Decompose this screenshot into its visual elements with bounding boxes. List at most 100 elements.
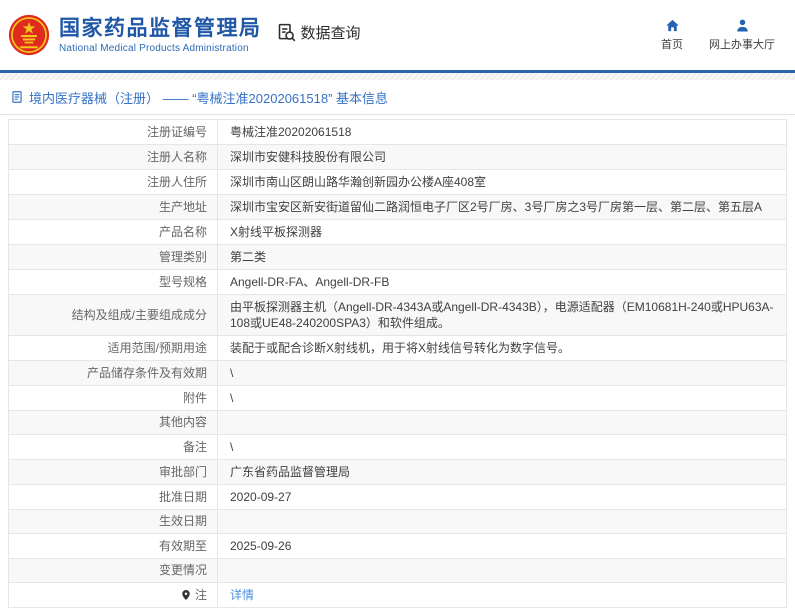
- row-label: 审批部门: [9, 460, 218, 484]
- row-value-text: \: [230, 439, 233, 455]
- home-icon: [665, 18, 680, 33]
- page-title: 境内医疗器械（注册） —— “粤械注准20202061518” 基本信息: [29, 88, 388, 107]
- row-label: 型号规格: [9, 270, 218, 294]
- table-row: 结构及组成/主要组成成分 由平板探测器主机（Angell-DR-4343A或An…: [9, 295, 786, 336]
- row-value: \: [218, 361, 786, 385]
- row-value-text: 由平板探测器主机（Angell-DR-4343A或Angell-DR-4343B…: [230, 299, 774, 331]
- row-label: 产品名称: [9, 220, 218, 244]
- table-row: 产品储存条件及有效期 \: [9, 361, 786, 386]
- row-label-text: 型号规格: [159, 275, 207, 290]
- row-label: 注册证编号: [9, 120, 218, 144]
- national-emblem-logo: [8, 14, 50, 56]
- top-right-nav: 首页 网上办事大厅: [661, 18, 779, 52]
- row-value-text: Angell-DR-FA、Angell-DR-FB: [230, 274, 389, 290]
- row-label-text: 审批部门: [159, 465, 207, 480]
- breadcrumb-divider: [0, 114, 795, 115]
- row-value: X射线平板探测器: [218, 220, 786, 244]
- row-value-text: 深圳市宝安区新安街道留仙二路润恒电子厂区2号厂房、3号厂房之3号厂房第一层、第二…: [230, 199, 762, 215]
- brand-title: 国家药品监督管理局: [59, 17, 262, 41]
- table-row: 注册证编号 粤械注准20202061518: [9, 120, 786, 145]
- row-value: \: [218, 435, 786, 459]
- row-label-text: 管理类别: [159, 250, 207, 265]
- row-label-text: 变更情况: [159, 563, 207, 578]
- row-value: [218, 411, 786, 434]
- row-label-text: 产品名称: [159, 225, 207, 240]
- row-value: 装配于或配合诊断X射线机，用于将X射线信号转化为数字信号。: [218, 336, 786, 360]
- table-row: 有效期至 2025-09-26: [9, 534, 786, 559]
- table-row: 管理类别 第二类: [9, 245, 786, 270]
- row-label-text: 附件: [183, 391, 207, 406]
- brand-subtitle: National Medical Products Administration: [59, 43, 262, 54]
- row-label: 生产地址: [9, 195, 218, 219]
- nav-service-hall[interactable]: 网上办事大厅: [709, 18, 775, 52]
- table-row: 变更情况: [9, 559, 786, 583]
- table-row: 注册人名称 深圳市安健科技股份有限公司: [9, 145, 786, 170]
- row-label: 其他内容: [9, 411, 218, 434]
- table-row: 型号规格 Angell-DR-FA、Angell-DR-FB: [9, 270, 786, 295]
- row-label: 产品储存条件及有效期: [9, 361, 218, 385]
- row-label: 附件: [9, 386, 218, 410]
- row-value: 深圳市南山区朗山路华瀚创新园办公楼A座408室: [218, 170, 786, 194]
- row-label-text: 生产地址: [159, 200, 207, 215]
- row-value-text: \: [230, 365, 233, 381]
- row-value: 2020-09-27: [218, 485, 786, 509]
- row-label: 结构及组成/主要组成成分: [9, 295, 218, 335]
- row-label-text: 注册证编号: [147, 125, 207, 140]
- table-row: 其他内容: [9, 411, 786, 435]
- row-value: 由平板探测器主机（Angell-DR-4343A或Angell-DR-4343B…: [218, 295, 786, 335]
- row-label-text: 备注: [183, 440, 207, 455]
- row-label: 备注: [9, 435, 218, 459]
- row-label: 注册人名称: [9, 145, 218, 169]
- row-label: 生效日期: [9, 510, 218, 533]
- row-label: 适用范围/预期用途: [9, 336, 218, 360]
- row-label-text: 其他内容: [159, 415, 207, 430]
- row-label-text: 生效日期: [159, 514, 207, 529]
- row-label-text: 产品储存条件及有效期: [87, 366, 207, 381]
- row-label-text: 适用范围/预期用途: [108, 341, 207, 356]
- row-value-text: 2020-09-27: [230, 489, 291, 505]
- table-row: 适用范围/预期用途 装配于或配合诊断X射线机，用于将X射线信号转化为数字信号。: [9, 336, 786, 361]
- row-value: [218, 559, 786, 582]
- row-value-text: \: [230, 390, 233, 406]
- table-row: 批准日期 2020-09-27: [9, 485, 786, 510]
- row-label: 批准日期: [9, 485, 218, 509]
- breadcrumb: 境内医疗器械（注册） —— “粤械注准20202061518” 基本信息: [0, 80, 795, 114]
- nav-home-label: 首页: [661, 36, 683, 52]
- row-value-text: 深圳市南山区朗山路华瀚创新园办公楼A座408室: [230, 174, 486, 190]
- table-row: 附件 \: [9, 386, 786, 411]
- row-value: [218, 510, 786, 533]
- table-row: 生产地址 深圳市宝安区新安街道留仙二路润恒电子厂区2号厂房、3号厂房之3号厂房第…: [9, 195, 786, 220]
- site-header: 国家药品监督管理局 National Medical Products Admi…: [0, 0, 795, 70]
- row-value: 深圳市安健科技股份有限公司: [218, 145, 786, 169]
- data-query-label: 数据查询: [301, 22, 361, 43]
- detail-link[interactable]: 详情: [230, 587, 254, 603]
- row-label-text: 结构及组成/主要组成成分: [72, 308, 207, 323]
- row-value: 广东省药品监督管理局: [218, 460, 786, 484]
- row-value: Angell-DR-FA、Angell-DR-FB: [218, 270, 786, 294]
- data-query-nav[interactable]: 数据查询: [276, 22, 361, 43]
- row-label-text: 注册人住所: [147, 175, 207, 190]
- row-label: 管理类别: [9, 245, 218, 269]
- row-value-text: 装配于或配合诊断X射线机，用于将X射线信号转化为数字信号。: [230, 340, 570, 356]
- info-table: 注册证编号 粤械注准20202061518 注册人名称 深圳市安健科技股份有限公…: [8, 119, 787, 608]
- row-value: 粤械注准20202061518: [218, 120, 786, 144]
- row-value: 深圳市宝安区新安街道留仙二路润恒电子厂区2号厂房、3号厂房之3号厂房第一层、第二…: [218, 195, 786, 219]
- brand-block: 国家药品监督管理局 National Medical Products Admi…: [59, 17, 262, 54]
- row-value: 详情: [218, 583, 786, 607]
- table-row: 备注 \: [9, 435, 786, 460]
- row-value: 第二类: [218, 245, 786, 269]
- row-label-text: 批准日期: [159, 490, 207, 505]
- row-label: 有效期至: [9, 534, 218, 558]
- row-label: 注: [9, 583, 218, 607]
- table-row: 注册人住所 深圳市南山区朗山路华瀚创新园办公楼A座408室: [9, 170, 786, 195]
- row-label-text: 注册人名称: [147, 150, 207, 165]
- document-icon: [10, 90, 24, 104]
- row-value-text: 第二类: [230, 249, 266, 265]
- row-value-text: 深圳市安健科技股份有限公司: [230, 149, 386, 165]
- row-value-text: 粤械注准20202061518: [230, 124, 351, 140]
- row-label: 变更情况: [9, 559, 218, 582]
- nav-home[interactable]: 首页: [661, 18, 683, 52]
- row-value-text: X射线平板探测器: [230, 224, 322, 240]
- row-label-text: 有效期至: [159, 539, 207, 554]
- header-stripe-band: [0, 73, 795, 80]
